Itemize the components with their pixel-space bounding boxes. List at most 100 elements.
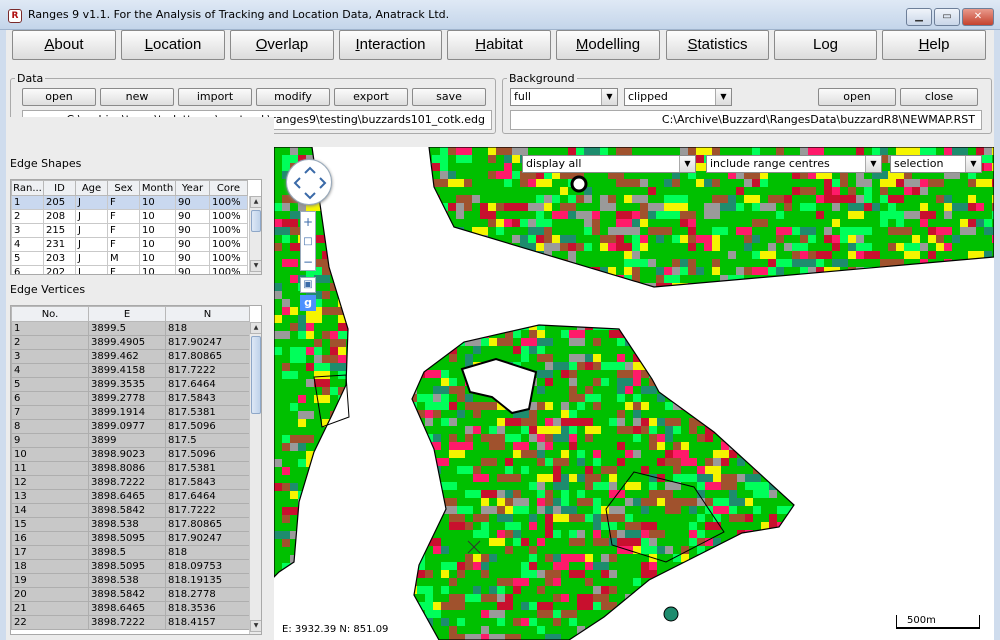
menu-overlap-button[interactable]: Overlap bbox=[230, 30, 334, 60]
display-filter-select[interactable]: display all ▼ bbox=[522, 155, 696, 173]
table-row[interactable]: 1 205 J F 10 90 100% bbox=[11, 195, 248, 210]
edge-vertices-label: Edge Vertices bbox=[10, 283, 86, 296]
menu-log-button[interactable]: Log bbox=[774, 30, 877, 60]
edge-vertices-scrollbar[interactable]: ▲ ▼ bbox=[249, 322, 261, 634]
chevron-down-icon: ▼ bbox=[715, 89, 731, 105]
table-row[interactable]: 13 3898.6465 817.6464 bbox=[11, 489, 250, 504]
table-cell: 3898.5095 bbox=[88, 559, 166, 574]
pan-control[interactable] bbox=[286, 159, 332, 205]
table-row[interactable]: 6 202 J F 10 90 100% bbox=[11, 265, 248, 274]
table-row[interactable]: 20 3898.5842 818.2778 bbox=[11, 587, 250, 602]
table-row[interactable]: 11 3898.8086 817.5381 bbox=[11, 461, 250, 476]
table-row[interactable]: 5 3899.3535 817.6464 bbox=[11, 377, 250, 392]
table-cell: 19 bbox=[11, 573, 89, 588]
table-cell: 818.19135 bbox=[165, 573, 250, 588]
save-icon[interactable]: ▣ bbox=[300, 277, 316, 293]
scroll-up-icon[interactable]: ▲ bbox=[250, 196, 261, 208]
table-row[interactable]: 18 3898.5095 818.09753 bbox=[11, 559, 250, 574]
data-import-button[interactable]: import bbox=[178, 88, 252, 106]
minimize-icon[interactable]: ▁ bbox=[906, 8, 932, 26]
table-cell: 100% bbox=[209, 209, 248, 224]
scroll-up-icon[interactable]: ▲ bbox=[250, 322, 261, 334]
table-cell: 231 bbox=[43, 237, 76, 252]
table-row[interactable]: 14 3898.5842 817.7222 bbox=[11, 503, 250, 518]
table-row[interactable]: 6 3899.2778 817.5843 bbox=[11, 391, 250, 406]
table-row[interactable]: 15 3898.538 817.80865 bbox=[11, 517, 250, 532]
menu-habitat-button[interactable]: Habitat bbox=[447, 30, 551, 60]
table-cell: 3898.5842 bbox=[88, 503, 166, 518]
table-row[interactable]: 3 215 J F 10 90 100% bbox=[11, 223, 248, 238]
zoom-in-icon[interactable]: + bbox=[301, 212, 315, 232]
menu-location-button[interactable]: Location bbox=[121, 30, 225, 60]
table-row[interactable]: 4 3899.4158 817.7222 bbox=[11, 363, 250, 378]
table-row[interactable]: 2 208 J F 10 90 100% bbox=[11, 209, 248, 224]
scroll-down-icon[interactable]: ▼ bbox=[250, 620, 261, 632]
menu-about-button[interactable]: About bbox=[12, 30, 116, 60]
column-header[interactable]: ID bbox=[43, 180, 76, 196]
data-open-button[interactable]: open bbox=[22, 88, 96, 106]
table-row[interactable]: 8 3899.0977 817.5096 bbox=[11, 419, 250, 434]
google-icon[interactable]: g bbox=[300, 295, 316, 311]
background-extent-select[interactable]: full ▼ bbox=[510, 88, 618, 106]
table-cell: 2 bbox=[11, 335, 89, 350]
menu-interaction-button[interactable]: Interaction bbox=[339, 30, 442, 60]
habitat-map[interactable] bbox=[274, 147, 994, 640]
table-row[interactable]: 2 3899.4905 817.90247 bbox=[11, 335, 250, 350]
table-cell: 21 bbox=[11, 601, 89, 616]
background-close-button[interactable]: close bbox=[900, 88, 978, 106]
data-export-button[interactable]: export bbox=[334, 88, 408, 106]
column-header[interactable]: Sex bbox=[107, 180, 140, 196]
table-cell: 5 bbox=[11, 251, 44, 266]
map-view[interactable]: display all ▼ include range centres ▼ sele… bbox=[274, 147, 994, 640]
table-cell: 818.09753 bbox=[165, 559, 250, 574]
edge-vertices-table: No. E N 1 3899.5 818 2 3899.4905 817.90247 3 3899… bbox=[11, 306, 250, 630]
edge-shapes-scrollbar[interactable]: ▲ ▼ bbox=[249, 196, 261, 274]
table-cell: F bbox=[107, 237, 140, 252]
data-new-button[interactable]: new bbox=[100, 88, 174, 106]
coordinate-readout: E: 3932.39 N: 851.09 bbox=[282, 624, 389, 635]
scroll-down-icon[interactable]: ▼ bbox=[250, 260, 261, 272]
table-row[interactable]: 16 3898.5095 817.90247 bbox=[11, 531, 250, 546]
table-row[interactable]: 7 3899.1914 817.5381 bbox=[11, 405, 250, 420]
column-header[interactable]: Ran... bbox=[11, 180, 44, 196]
menu-statistics-button[interactable]: Statistics bbox=[666, 30, 769, 60]
table-cell: 1 bbox=[11, 321, 89, 336]
table-cell: 1 bbox=[11, 195, 44, 210]
table-row[interactable]: 3 3899.462 817.80865 bbox=[11, 349, 250, 364]
table-row[interactable]: 21 3898.6465 818.3536 bbox=[11, 601, 250, 616]
table-row[interactable]: 17 3898.5 818 bbox=[11, 545, 250, 560]
close-icon[interactable]: ✕ bbox=[962, 8, 994, 26]
table-row[interactable]: 12 3898.7222 817.5843 bbox=[11, 475, 250, 490]
menu-help-button[interactable]: Help bbox=[882, 30, 986, 60]
selection-select[interactable]: selection ▼ bbox=[890, 155, 982, 173]
data-modify-button[interactable]: modify bbox=[256, 88, 330, 106]
table-row[interactable]: 22 3898.7222 818.4157 bbox=[11, 615, 250, 630]
data-save-button[interactable]: save bbox=[412, 88, 486, 106]
column-header[interactable]: N bbox=[165, 306, 250, 322]
column-header[interactable]: Year bbox=[175, 180, 210, 196]
table-row[interactable]: 19 3898.538 818.19135 bbox=[11, 573, 250, 588]
table-cell: 4 bbox=[11, 237, 44, 252]
table-row[interactable]: 4 231 J F 10 90 100% bbox=[11, 237, 248, 252]
background-open-button[interactable]: open bbox=[818, 88, 896, 106]
scroll-thumb[interactable] bbox=[251, 336, 261, 414]
menu-modelling-button[interactable]: Modelling bbox=[556, 30, 660, 60]
table-row[interactable]: 9 3899 817.5 bbox=[11, 433, 250, 448]
column-header[interactable]: No. bbox=[11, 306, 89, 322]
range-centres-select[interactable]: include range centres ▼ bbox=[706, 155, 882, 173]
zoom-extent-icon[interactable]: □ bbox=[301, 232, 315, 252]
column-header[interactable]: E bbox=[88, 306, 166, 322]
table-row[interactable]: 5 203 J M 10 90 100% bbox=[11, 251, 248, 266]
column-header[interactable]: Age bbox=[75, 180, 108, 196]
table-cell: 20 bbox=[11, 587, 89, 602]
table-cell: 10 bbox=[139, 195, 176, 210]
column-header[interactable]: Core bbox=[209, 180, 248, 196]
maximize-icon[interactable]: ▭ bbox=[934, 8, 960, 26]
column-header[interactable]: Month bbox=[139, 180, 176, 196]
zoom-out-icon[interactable]: − bbox=[301, 252, 315, 272]
background-group-title: Background bbox=[507, 72, 577, 85]
background-clip-select[interactable]: clipped ▼ bbox=[624, 88, 732, 106]
table-row[interactable]: 1 3899.5 818 bbox=[11, 321, 250, 336]
table-row[interactable]: 10 3898.9023 817.5096 bbox=[11, 447, 250, 462]
scroll-thumb[interactable] bbox=[251, 210, 261, 232]
